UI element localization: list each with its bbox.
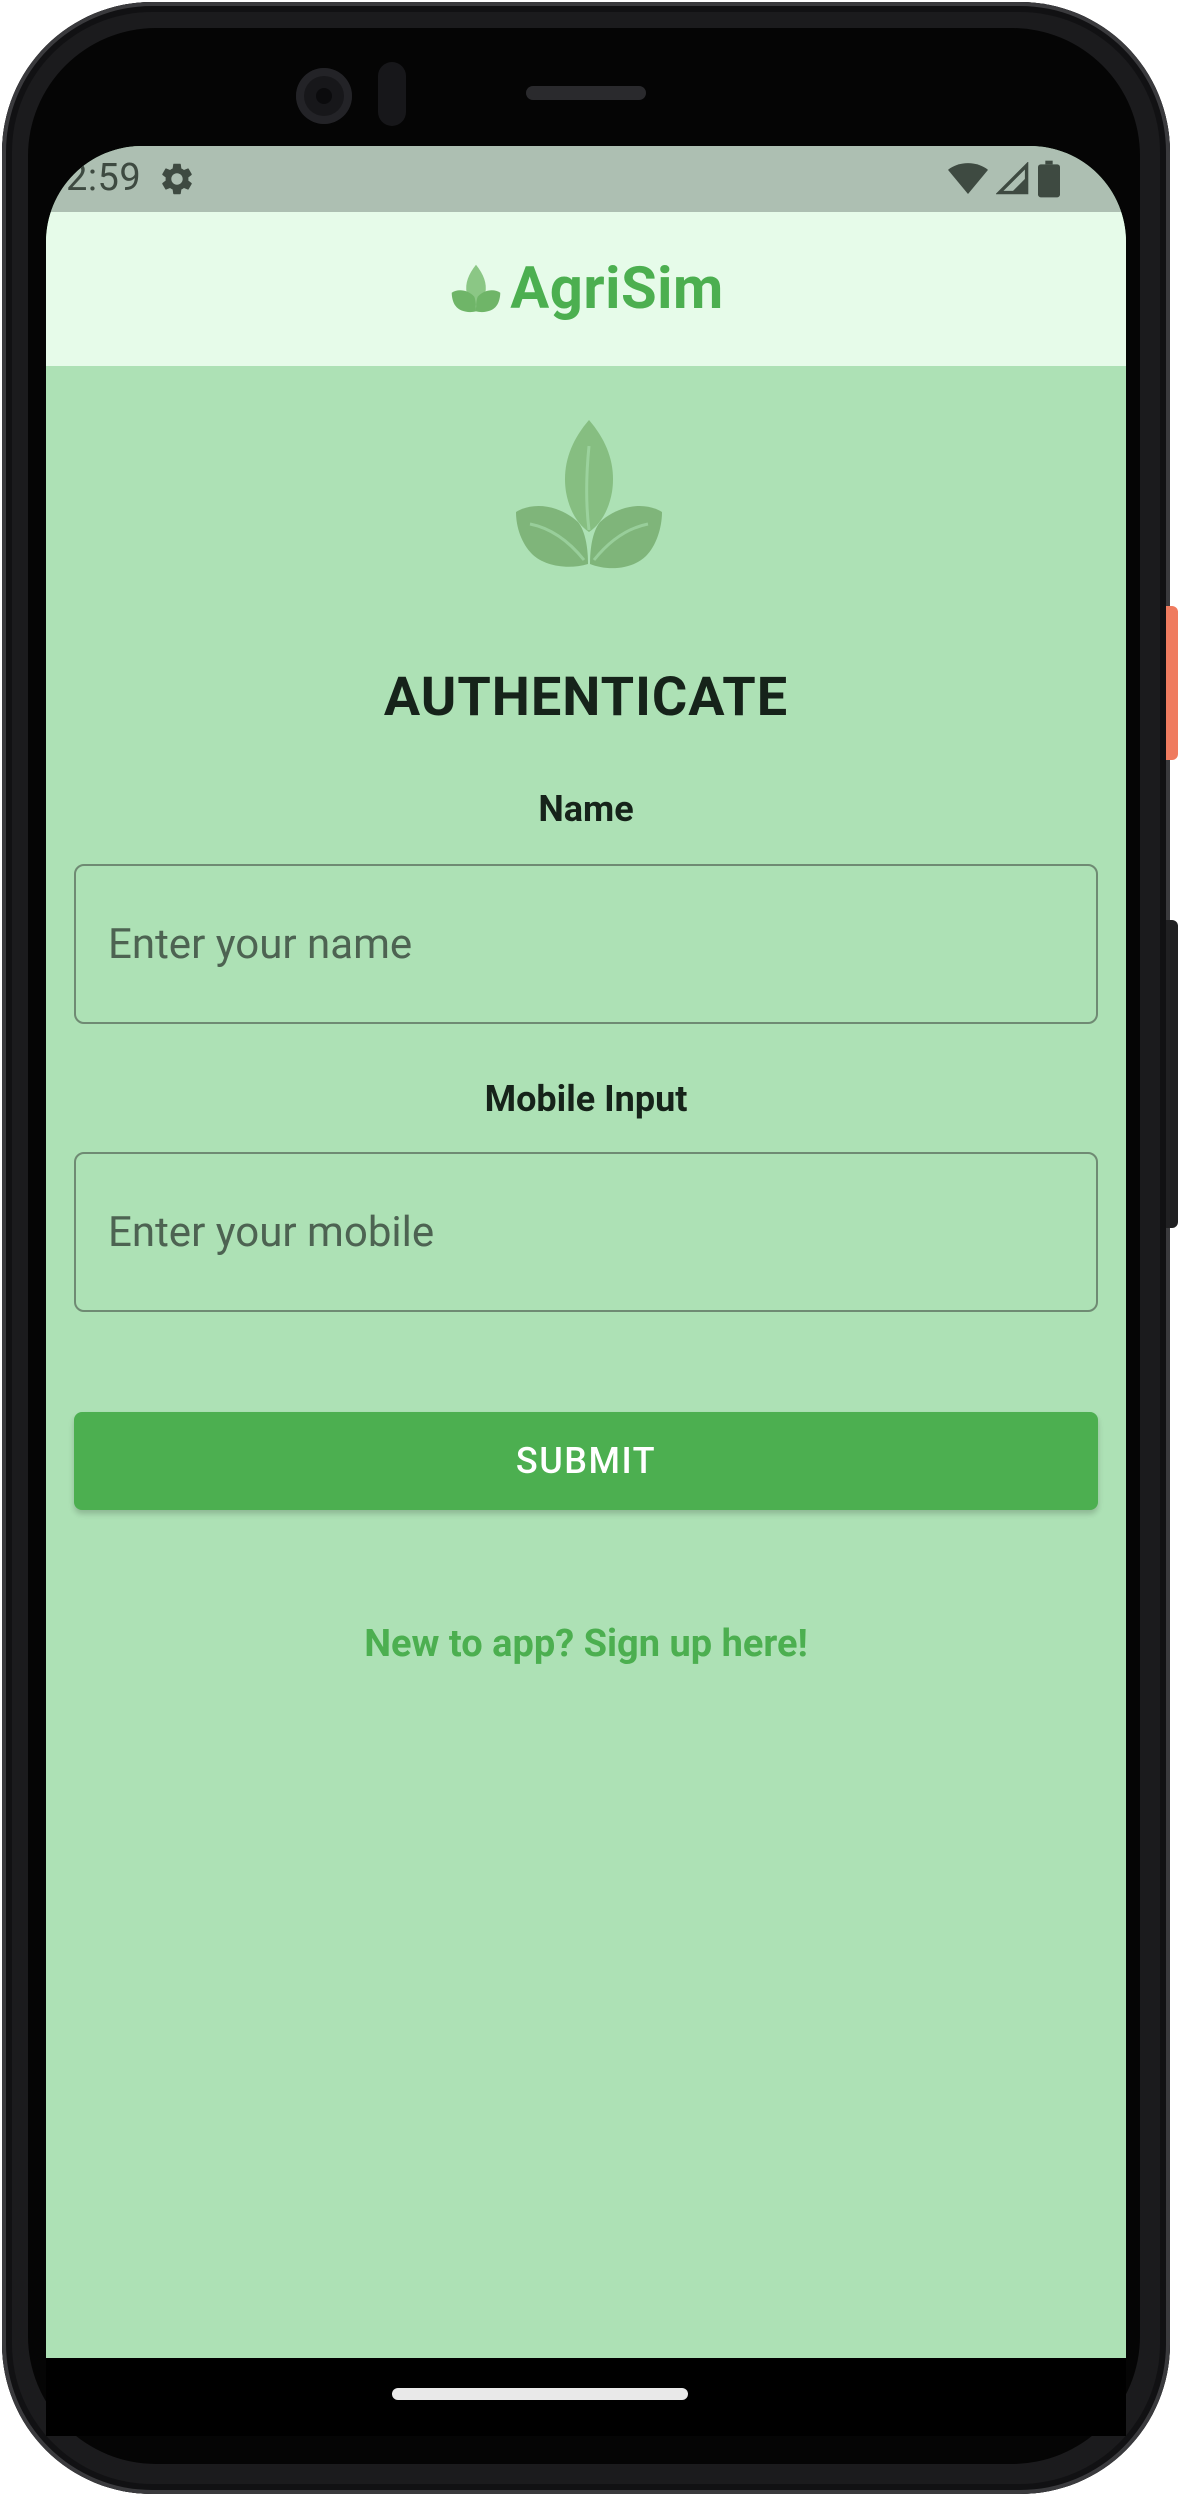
app-screen: 2:59 AgriSim AUTHENTICATE Name Enter you… xyxy=(46,146,1126,2358)
phone-device-frame: 2:59 AgriSim AUTHENTICATE Name Enter you… xyxy=(0,0,1178,2498)
status-bar: 2:59 xyxy=(46,146,1126,212)
volume-button xyxy=(1166,920,1178,1228)
mobile-input[interactable] xyxy=(74,1152,1098,1312)
earpiece-speaker xyxy=(526,86,646,100)
power-button xyxy=(1166,606,1178,760)
status-icons xyxy=(948,160,1060,198)
mobile-label: Mobile Input xyxy=(484,1078,688,1120)
wifi-icon xyxy=(948,163,988,194)
leaf-logo-icon xyxy=(516,420,662,569)
settings-gear-icon xyxy=(162,163,192,195)
front-camera xyxy=(296,68,352,124)
brand-name: AgriSim xyxy=(510,255,724,323)
name-input[interactable] xyxy=(74,864,1098,1024)
brand: AgriSim xyxy=(448,255,724,323)
page-title: AUTHENTICATE xyxy=(383,666,789,729)
signup-link[interactable]: New to app? Sign up here! xyxy=(46,1622,1126,1666)
name-label: Name xyxy=(538,788,634,830)
battery-icon xyxy=(1038,160,1060,198)
app-header: AgriSim xyxy=(46,212,1126,366)
submit-button[interactable]: SUBMIT xyxy=(74,1412,1098,1510)
cell-signal-icon xyxy=(996,162,1029,195)
status-time: 2:59 xyxy=(66,156,142,200)
home-indicator[interactable] xyxy=(392,2388,688,2400)
proximity-sensor xyxy=(378,62,406,126)
leaf-logo-icon xyxy=(451,264,501,313)
